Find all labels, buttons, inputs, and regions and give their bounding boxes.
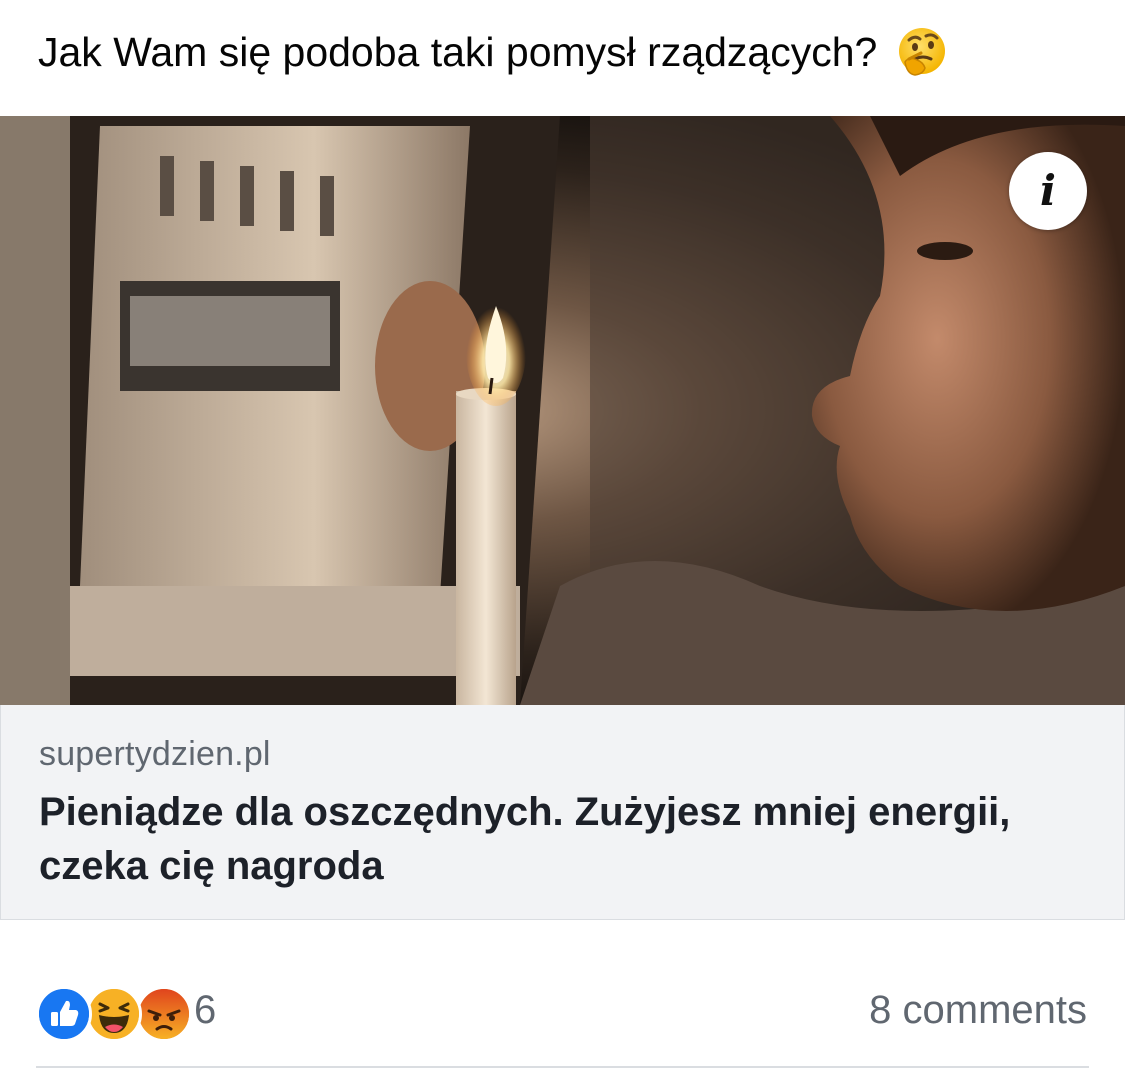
post-text-row: Jak Wam się podoba taki pomysł rządzącyc… [38,24,947,80]
thinking-face-icon [895,26,947,78]
link-title[interactable]: Pieniądze dla oszczędnych. Zużyjesz mnie… [39,785,1039,893]
reactions-bar: 6 8 comments [0,980,1125,1044]
link-preview-card[interactable]: i supertydzien.pl Pieniądze dla oszczędn… [0,116,1125,921]
like-icon [36,986,92,1042]
link-meta[interactable]: supertydzien.pl Pieniądze dla oszczędnyc… [0,705,1125,920]
reaction-count[interactable]: 6 [194,988,216,1033]
info-button[interactable]: i [1009,152,1087,230]
info-icon: i [1040,166,1056,215]
divider [36,1066,1089,1068]
candle-photo [0,116,1125,705]
reaction-icons[interactable] [36,986,192,1042]
angry-icon [136,986,192,1042]
haha-icon [86,986,142,1042]
comments-link[interactable]: 8 comments [869,988,1087,1033]
link-domain: supertydzien.pl [39,735,271,773]
link-preview-image[interactable]: i [0,116,1125,705]
post-text: Jak Wam się podoba taki pomysł rządzącyc… [38,29,878,75]
